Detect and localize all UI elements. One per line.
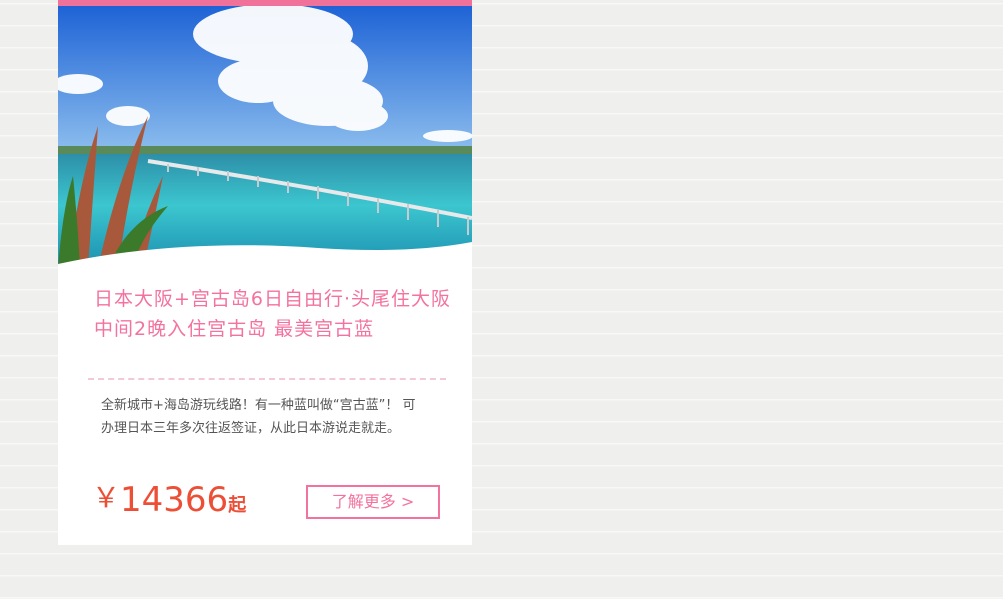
title-divider [88, 378, 446, 380]
price: ￥14366起 [92, 476, 246, 520]
tour-description: 全新城市+海岛游玩线路！有一种蓝叫做“宫古蓝”！ 可办理日本三年多次往返签证，从… [101, 398, 416, 436]
tour-image[interactable] [58, 6, 472, 268]
price-suffix: 起 [228, 495, 247, 516]
tour-card[interactable]: 日本大阪+宫古岛6日自由行·头尾住大阪 中间2晚入住宫古岛 最美宫古蓝 全新城市… [58, 0, 472, 545]
price-value: 14366 [120, 480, 229, 520]
tour-title[interactable]: 日本大阪+宫古岛6日自由行·头尾住大阪 中间2晚入住宫古岛 最美宫古蓝 [94, 284, 464, 344]
learn-more-button[interactable]: 了解更多 > [306, 485, 440, 519]
price-currency: ￥ [92, 481, 121, 514]
